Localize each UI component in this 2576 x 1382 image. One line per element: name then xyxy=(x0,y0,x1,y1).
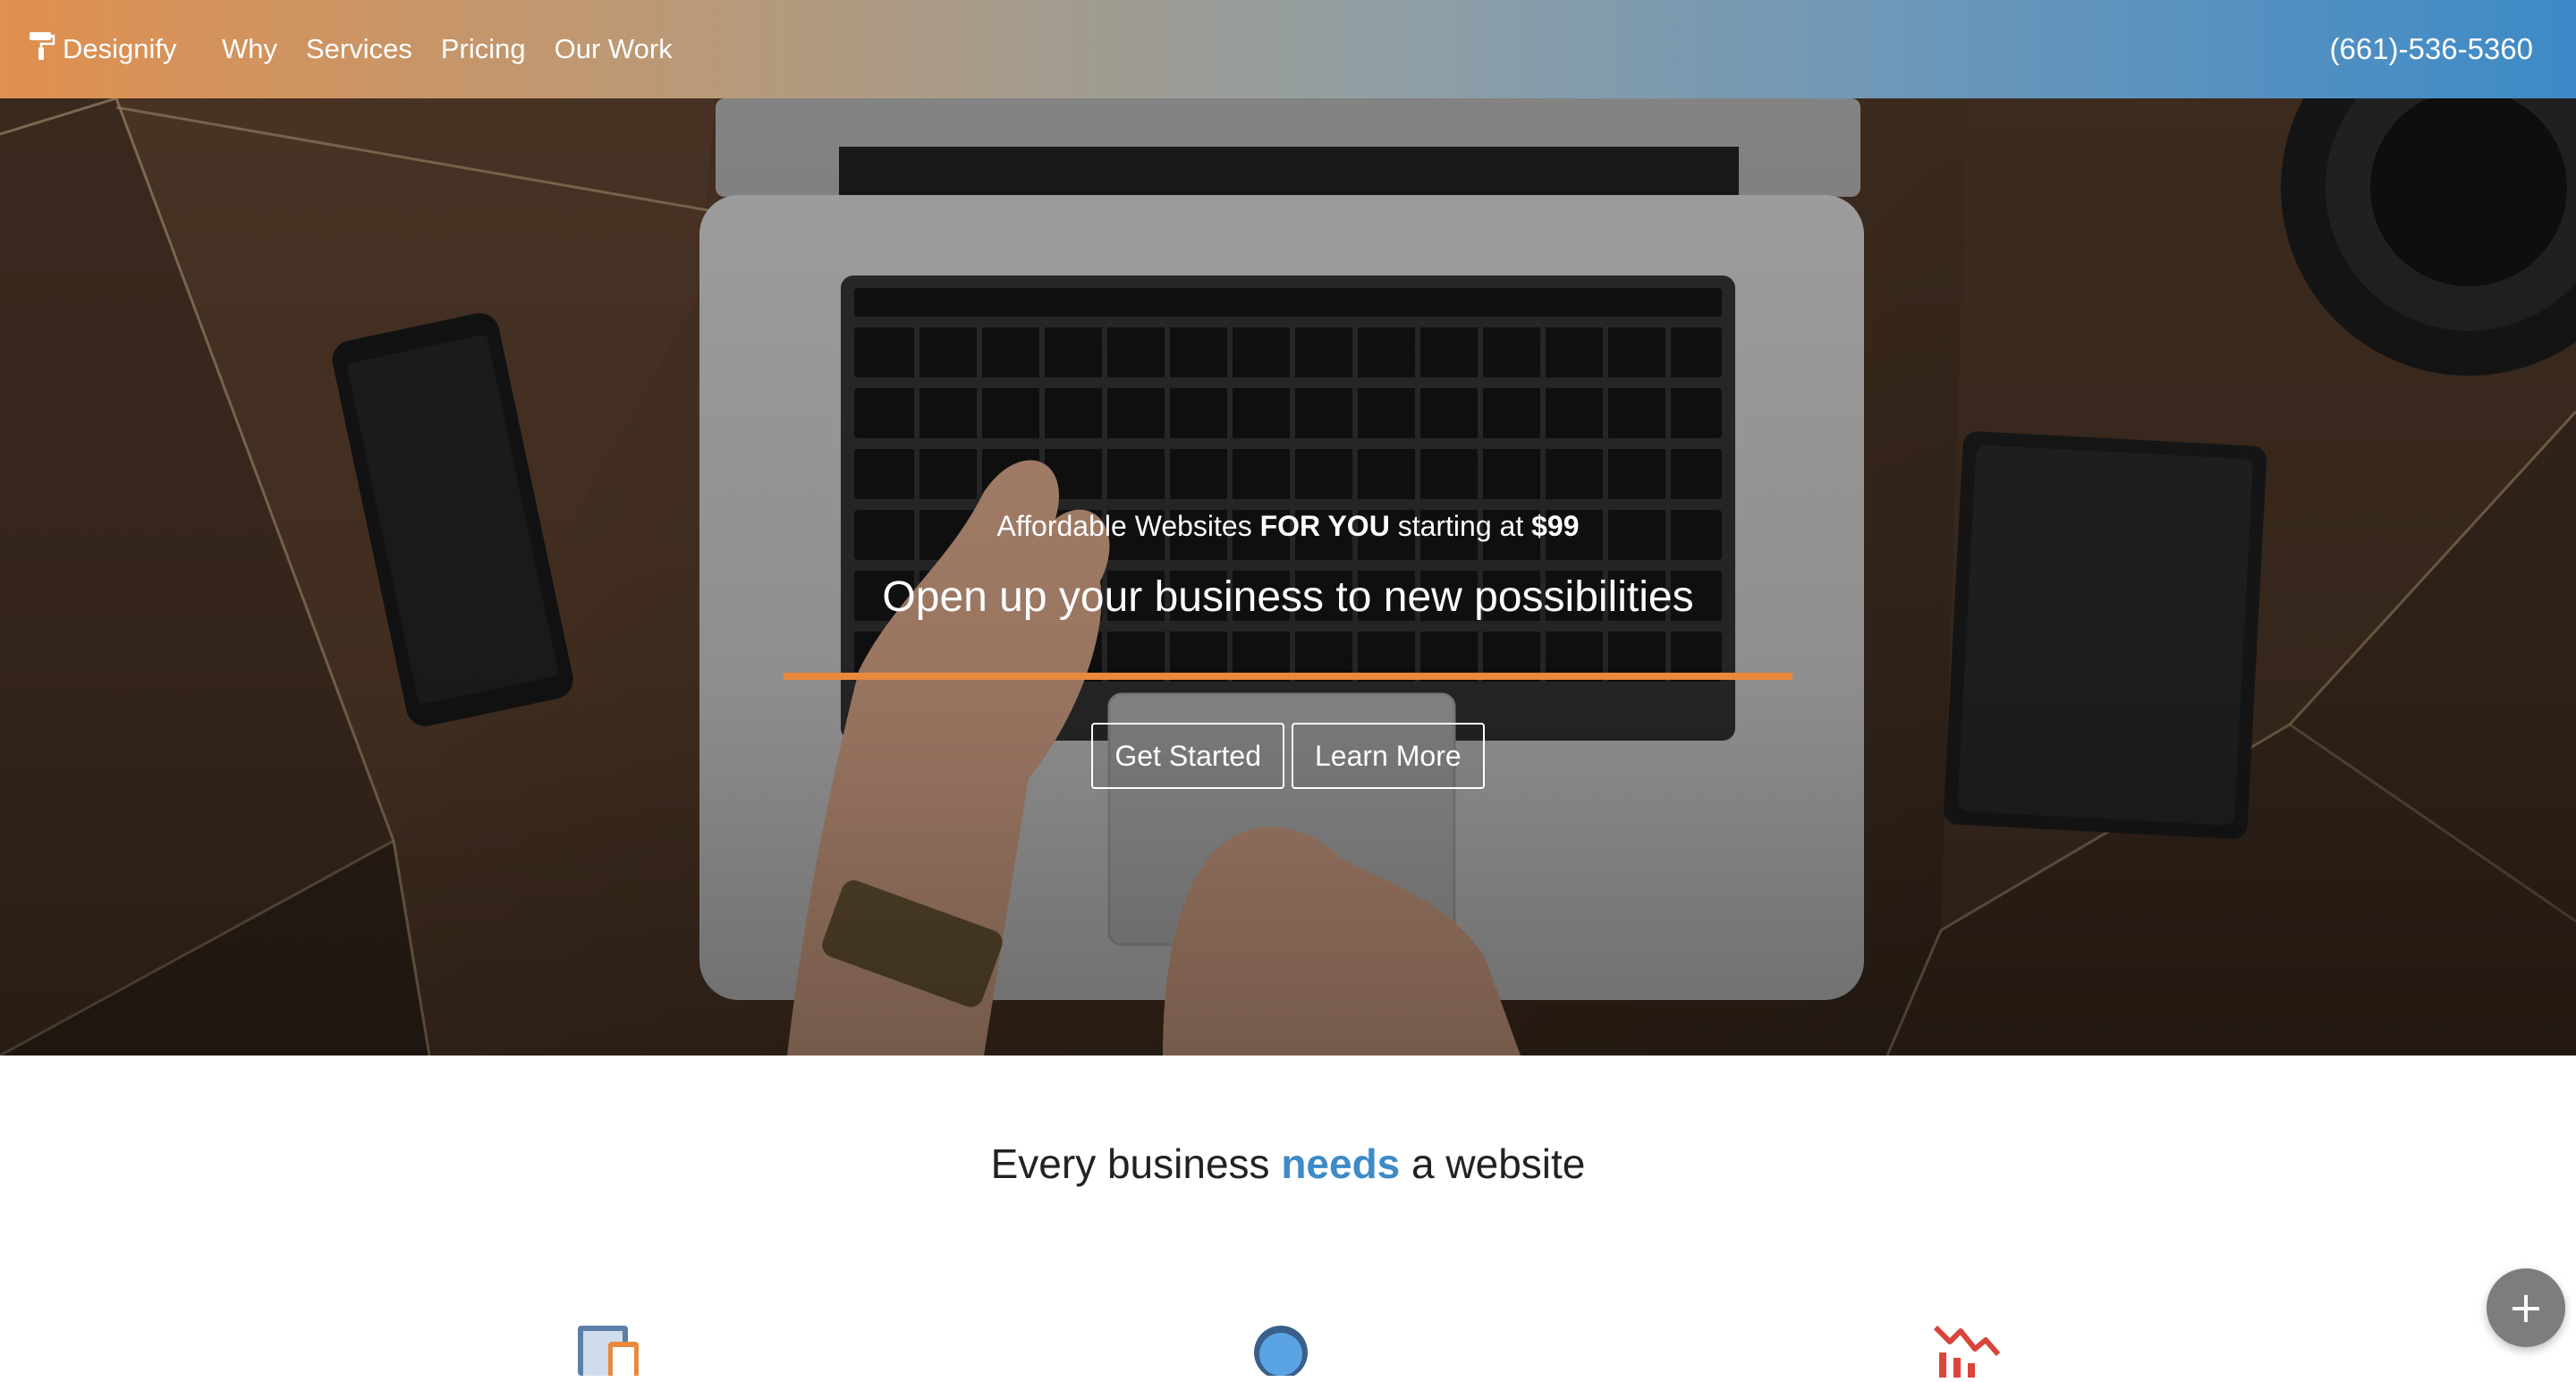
chart-decline-icon xyxy=(1933,1324,2002,1382)
brand-name: Designify xyxy=(63,33,177,64)
devices-icon xyxy=(576,1322,640,1380)
heading-prefix: Every business xyxy=(990,1140,1282,1187)
nav-link-our-work[interactable]: Our Work xyxy=(555,33,673,65)
get-started-button[interactable]: Get Started xyxy=(1091,723,1284,789)
nav-link-why[interactable]: Why xyxy=(222,33,277,65)
plus-icon: + xyxy=(2507,1283,2545,1333)
hero-section: Affordable Websites FOR YOU starting at … xyxy=(0,98,2576,1056)
hero-buttons: Get Started Learn More xyxy=(0,723,2576,789)
tagline-middle: starting at xyxy=(1389,510,1532,542)
section-heading: Every business needs a website xyxy=(0,1140,2576,1188)
paint-roller-icon xyxy=(29,30,63,68)
nav-link-pricing[interactable]: Pricing xyxy=(441,33,526,65)
learn-more-button[interactable]: Learn More xyxy=(1292,723,1485,789)
floating-add-button[interactable]: + xyxy=(2487,1268,2565,1347)
heading-accent: needs xyxy=(1281,1140,1401,1187)
tagline-prefix: Affordable Websites xyxy=(996,510,1260,542)
tagline-emphasis: FOR YOU xyxy=(1259,510,1390,542)
heading-suffix: a website xyxy=(1400,1140,1586,1187)
phone-link[interactable]: (661)-536-5360 xyxy=(2330,0,2534,98)
nav-link-services[interactable]: Services xyxy=(306,33,412,65)
hero-accent-rule xyxy=(784,673,1792,680)
hero-tagline: Affordable Websites FOR YOU starting at … xyxy=(0,510,2576,543)
brand-link[interactable]: Designify xyxy=(29,0,177,98)
nav-links: Why Services Pricing Our Work xyxy=(222,0,701,98)
hero-content: Affordable Websites FOR YOU starting at … xyxy=(0,98,2576,1056)
tagline-price: $99 xyxy=(1531,510,1580,542)
hero-title: Open up your business to new possibiliti… xyxy=(882,573,1694,621)
globe-icon xyxy=(1254,1322,1308,1380)
top-navbar: Designify Why Services Pricing Our Work … xyxy=(0,0,2576,98)
